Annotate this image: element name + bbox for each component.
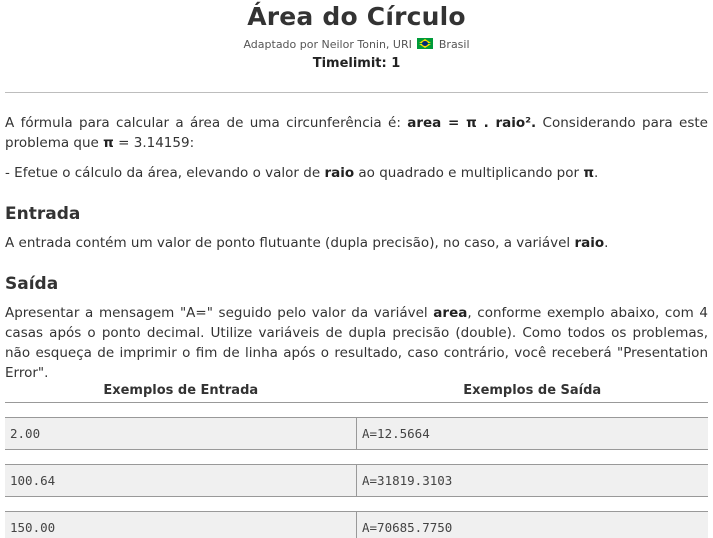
table-row: 2.00 A=12.5664 <box>5 416 708 450</box>
text-span: . <box>604 235 609 251</box>
sample-input-cell[interactable]: 2.00 <box>5 416 357 450</box>
formula-text: area = π . raio². <box>407 115 537 131</box>
text-span: Apresentar a mensagem "A=" seguido pelo … <box>5 305 434 321</box>
pi-symbol: π <box>583 165 595 181</box>
description-paragraph-formula: A fórmula para calcular a área de uma ci… <box>5 113 708 153</box>
output-samples-header: Exemplos de Saída <box>356 380 708 403</box>
samples-table: Exemplos de Entrada Exemplos de Saída 2.… <box>5 380 708 538</box>
output-section-heading: Saída <box>5 274 59 294</box>
raio-keyword: raio <box>324 165 355 181</box>
text-span: - Efetue o cálculo da área, elevando o v… <box>5 165 325 181</box>
country-text: Brasil <box>438 38 470 51</box>
sample-output-cell[interactable]: A=70685.7750 <box>356 510 708 538</box>
output-description: Apresentar a mensagem "A=" seguido pelo … <box>5 303 708 383</box>
text-span: = 3.14159: <box>113 135 195 151</box>
input-description: A entrada contém um valor de ponto flutu… <box>5 233 708 253</box>
sample-output-cell[interactable]: A=12.5664 <box>356 416 708 450</box>
text-span: A entrada contém um valor de ponto flutu… <box>5 235 575 251</box>
row-gap <box>5 449 708 464</box>
text-span: ao quadrado e multiplicando por <box>354 165 584 181</box>
row-gap <box>5 496 708 511</box>
sample-input-cell[interactable]: 150.00 <box>5 510 357 538</box>
input-samples-header: Exemplos de Entrada <box>5 380 357 403</box>
page-title: Área do Círculo <box>247 2 466 31</box>
problem-header: Área do Círculo Adaptado por Neilor Toni… <box>0 0 713 72</box>
sample-output-cell[interactable]: A=31819.3103 <box>356 463 708 497</box>
description-paragraph-instruction: - Efetue o cálculo da área, elevando o v… <box>5 163 708 183</box>
brazil-flag-icon <box>417 38 434 49</box>
table-row: 150.00 A=70685.7750 <box>5 510 708 538</box>
header-divider <box>5 92 708 93</box>
table-row: 100.64 A=31819.3103 <box>5 463 708 497</box>
author-text: Adaptado por Neilor Tonin, URI <box>243 38 412 51</box>
author-line: Adaptado por Neilor Tonin, URI Brasil <box>0 38 713 52</box>
text-span: . <box>594 165 599 181</box>
problem-description: A fórmula para calcular a área de uma ci… <box>5 113 708 383</box>
text-span: A fórmula para calcular a área de uma ci… <box>5 115 408 131</box>
area-keyword: area <box>433 305 468 321</box>
input-section-heading: Entrada <box>5 204 81 224</box>
timelimit-label: Timelimit: 1 <box>312 56 401 71</box>
sample-input-cell[interactable]: 100.64 <box>5 463 357 497</box>
pi-symbol: π <box>103 135 114 151</box>
row-gap <box>5 402 708 417</box>
raio-keyword: raio <box>574 235 605 251</box>
